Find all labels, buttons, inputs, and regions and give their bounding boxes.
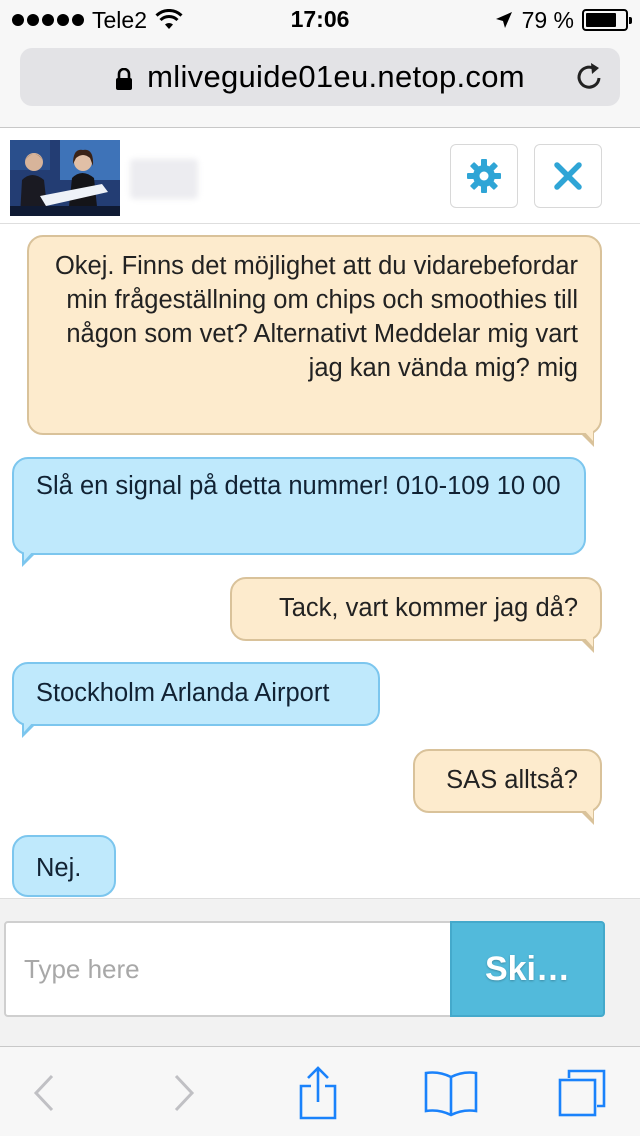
- settings-button[interactable]: [450, 144, 518, 208]
- tabs-button[interactable]: [552, 1065, 612, 1121]
- message-user: SAS alltså?: [413, 749, 602, 825]
- message-agent: Nej.: [12, 835, 116, 897]
- close-icon: [554, 162, 582, 190]
- chat-header: [0, 129, 640, 224]
- send-button[interactable]: Ski…: [450, 921, 605, 1017]
- url-text: mliveguide01eu.netop.com: [147, 59, 525, 94]
- reload-icon[interactable]: [574, 61, 606, 93]
- message-text: Nej.: [36, 854, 82, 882]
- location-arrow-icon: [495, 12, 512, 28]
- back-button[interactable]: [14, 1065, 74, 1121]
- bubble-tail: [22, 550, 36, 567]
- close-button[interactable]: [534, 144, 602, 208]
- battery-icon: [582, 9, 632, 31]
- url-field[interactable]: mliveguide01eu.netop.com: [20, 48, 620, 106]
- battery-fill: [586, 13, 617, 27]
- agent-photo: [10, 140, 120, 216]
- message-agent: Stockholm Arlanda Airport: [12, 662, 380, 738]
- bubble-tail: [580, 636, 594, 653]
- message-input[interactable]: [4, 921, 452, 1017]
- forward-button[interactable]: [154, 1065, 214, 1121]
- message-user: Okej. Finns det möjlighet att du vidareb…: [27, 235, 602, 447]
- message-list[interactable]: Okej. Finns det möjlighet att du vidareb…: [0, 225, 640, 897]
- message-text: Okej. Finns det möjlighet att du vidareb…: [54, 252, 578, 382]
- message-agent: Slå en signal på detta nummer! 010-109 1…: [12, 457, 586, 567]
- message-user: Tack, vart kommer jag då?: [230, 577, 602, 653]
- agent-name-redacted: [130, 159, 198, 199]
- bubble-tail: [580, 430, 594, 447]
- message-text: Stockholm Arlanda Airport: [36, 679, 330, 707]
- bubble-tail: [22, 721, 36, 738]
- browser-toolbar: [0, 1046, 640, 1136]
- agent-photo-image: [10, 140, 120, 216]
- lock-icon: [116, 68, 133, 90]
- back-icon: [33, 1074, 54, 1112]
- status-bar: Tele2 17:06 79 %: [0, 0, 640, 40]
- browser-address-bar: mliveguide01eu.netop.com: [0, 40, 640, 128]
- message-text: SAS alltså?: [446, 766, 578, 794]
- message-composer: Ski…: [0, 898, 640, 1046]
- forward-icon: [174, 1074, 195, 1112]
- battery-percent: 79 %: [521, 6, 574, 33]
- share-button[interactable]: [288, 1065, 348, 1121]
- bookmarks-button[interactable]: [421, 1065, 481, 1121]
- bookmarks-icon: [424, 1071, 478, 1117]
- status-right: 79 %: [494, 6, 632, 34]
- message-text: Slå en signal på detta nummer! 010-109 1…: [36, 472, 561, 500]
- message-text: Tack, vart kommer jag då?: [278, 594, 578, 622]
- tabs-icon: [558, 1069, 606, 1117]
- bubble-tail: [580, 808, 594, 825]
- share-icon: [299, 1066, 337, 1120]
- gear-icon: [467, 159, 501, 193]
